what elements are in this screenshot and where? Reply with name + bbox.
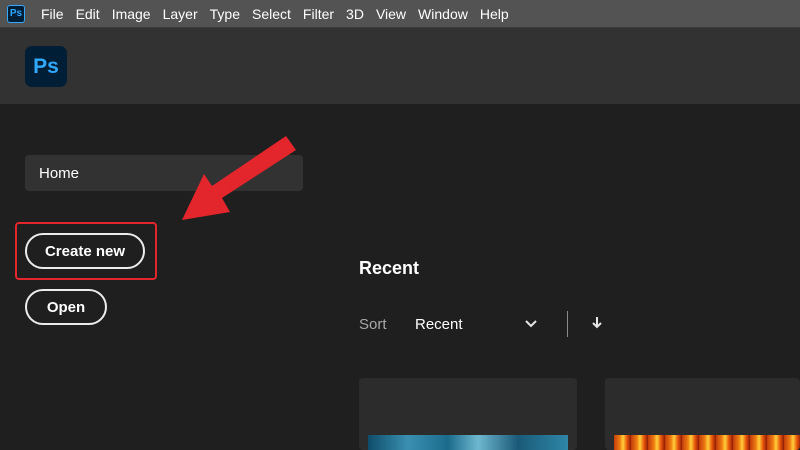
recent-heading: Recent — [359, 258, 420, 278]
sort-divider — [567, 311, 568, 337]
menu-layer[interactable]: Layer — [157, 0, 204, 28]
menu-image[interactable]: Image — [106, 0, 157, 28]
recent-file-thumbnail — [368, 435, 568, 450]
menu-filter[interactable]: Filter — [297, 0, 340, 28]
arrow-down-icon[interactable] — [589, 314, 605, 332]
menu-3d[interactable]: 3D — [340, 0, 370, 28]
menu-help[interactable]: Help — [474, 0, 515, 28]
sort-label: Sort — [359, 316, 387, 333]
sort-select[interactable]: Recent — [415, 316, 463, 333]
recent-file-card[interactable] — [359, 378, 577, 450]
menu-file[interactable]: File — [35, 0, 70, 28]
photoshop-icon[interactable]: Ps — [7, 4, 25, 23]
app-header: Ps — [0, 28, 800, 104]
menu-view[interactable]: View — [370, 0, 412, 28]
create-new-button[interactable]: Create new — [25, 233, 145, 269]
chevron-down-icon[interactable] — [522, 316, 540, 332]
photoshop-logo: Ps — [25, 46, 67, 87]
menu-select[interactable]: Select — [246, 0, 297, 28]
menu-type[interactable]: Type — [204, 0, 246, 28]
annotation-arrow-icon — [182, 136, 296, 220]
menu-edit[interactable]: Edit — [70, 0, 106, 28]
menu-window[interactable]: Window — [412, 0, 474, 28]
menu-bar: Ps File Edit Image Layer Type Select Fil… — [0, 0, 800, 28]
open-button[interactable]: Open — [25, 289, 107, 325]
recent-file-thumbnail — [614, 435, 800, 450]
recent-file-card[interactable] — [605, 378, 800, 450]
